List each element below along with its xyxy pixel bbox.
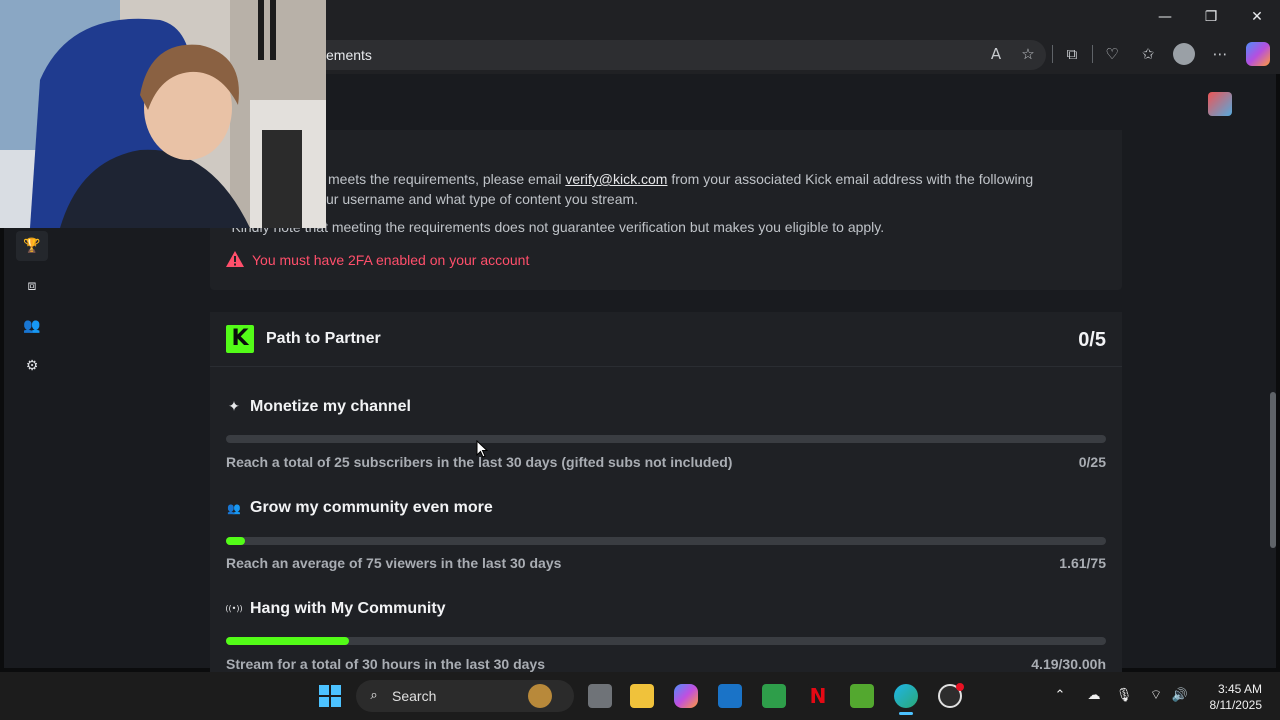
goal-progress-bar [226,637,1106,645]
copilot-icon[interactable] [1246,42,1270,66]
profile-avatar-icon[interactable] [1173,43,1195,65]
favorites-icon[interactable]: ✩ [1136,43,1160,65]
more-icon[interactable]: ⋯ [1208,43,1232,65]
card-header-divider [210,366,1122,367]
toolbar-divider [1052,45,1053,63]
goal-description: Stream for a total of 30 hours in the la… [226,656,545,672]
webcam-feed [0,0,326,228]
goal-value: 4.19/30.00h [1031,656,1106,672]
browser-essentials-icon[interactable]: ♡ [1100,43,1124,65]
goal-value: 1.61/75 [1059,555,1106,571]
verify-email-link[interactable]: verify@kick.com [565,171,667,187]
outlook-icon[interactable] [718,684,742,708]
address-bar-text[interactable]: ements [326,45,372,65]
screen-capture-icon[interactable]: ⧈ [16,271,48,301]
restore-button[interactable]: ❐ [1196,6,1226,28]
broadcast-icon: ((•)) [225,604,243,613]
copilot-app-icon[interactable] [674,684,698,708]
search-icon: ⌕ [370,688,378,703]
webcam-overlay [0,0,326,228]
search-highlight-icon[interactable] [528,684,552,708]
clock-time[interactable]: 3:45 AM [1182,682,1262,696]
page-scrollbar[interactable] [1270,392,1276,548]
2fa-warning-text: You must have 2FA enabled on your accoun… [252,252,530,268]
goal-progress-fill [226,537,245,545]
microphone-icon[interactable]: 🎙 [1114,686,1134,706]
close-window-button[interactable]: ✕ [1242,6,1272,28]
edge-browser-icon[interactable] [894,684,918,708]
goal-title: Hang with My Community [250,600,446,617]
partner-score: 0/5 [1078,329,1106,351]
partner-card-title: Path to Partner [266,330,381,347]
chevron-up-icon[interactable]: ⌃ [1050,686,1070,706]
extensions-icon[interactable]: ⧉ [1060,43,1084,65]
goal-description: Reach an average of 75 viewers in the la… [226,555,562,571]
sparkle-icon: ✦ [228,399,240,415]
active-app-indicator [899,712,913,715]
file-explorer-icon[interactable] [630,684,654,708]
netflix-icon[interactable]: N [806,684,830,708]
user-avatar[interactable] [1208,92,1232,116]
onedrive-icon[interactable]: ☁ [1084,686,1104,706]
community-icon: 👥 [227,502,241,515]
favorite-star-icon[interactable]: ☆ [1016,43,1040,65]
app-icon[interactable] [850,684,874,708]
community-icon[interactable]: 👥 [16,311,48,341]
address-bar[interactable] [300,40,1046,70]
wifi-icon[interactable]: ⌔ [1146,686,1166,706]
goal-progress-bar [226,537,1106,545]
mouse-cursor-icon [476,440,488,458]
goal-value: 0/25 [1078,454,1106,470]
clock-date[interactable]: 8/11/2025 [1182,698,1263,712]
minimize-button[interactable]: — [1150,6,1180,28]
warning-icon [226,251,244,267]
settings-icon[interactable]: ⚙ [16,351,48,381]
task-view-icon[interactable] [588,684,612,708]
goal-progress-bar [226,435,1106,443]
verification-text-line1: meets the requirements, please email ver… [328,171,1034,187]
goal-title: Grow my community even more [250,499,493,516]
windows-start-icon[interactable] [318,684,342,708]
goal-progress-fill [226,637,349,645]
kick-logo: K [226,325,254,353]
toolbar-divider [1092,45,1093,63]
read-aloud-icon[interactable]: A [984,43,1008,65]
verification-text-line2: ur username and what type of content you… [326,191,639,207]
stocks-app-icon[interactable] [762,684,786,708]
goal-title: Monetize my channel [250,398,411,415]
trophy-icon[interactable]: 🏆 [16,231,48,261]
taskbar-search-label[interactable]: Search [392,686,436,706]
recording-dot [956,683,964,691]
